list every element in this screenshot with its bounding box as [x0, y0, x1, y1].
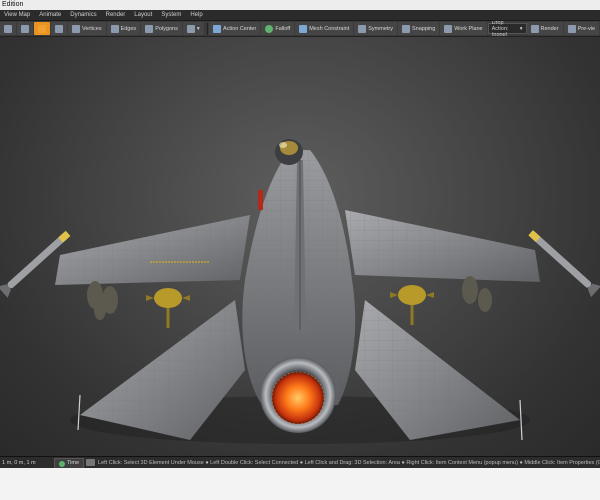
clock-icon: [59, 460, 65, 467]
time-label: Time: [67, 460, 80, 466]
3d-viewport[interactable]: [0, 37, 600, 456]
coordinate-readout: 1 m, 0 m, 1 m: [2, 460, 36, 466]
polygon-icon: [145, 24, 154, 33]
chevron-down-icon: ▾: [196, 25, 200, 32]
left-bomb: [146, 288, 190, 328]
menu-animate[interactable]: Animate: [35, 10, 66, 20]
symmetry-label: Symmetry: [368, 25, 394, 32]
menu-render[interactable]: Render: [102, 10, 131, 20]
work-plane-button[interactable]: Work Plane: [440, 22, 487, 35]
mode-toggle-button[interactable]: [51, 22, 67, 35]
cube-icon: [38, 24, 46, 33]
gear-icon: [213, 24, 221, 33]
vertices-label: Vertices: [82, 25, 102, 32]
edges-button[interactable]: Edges: [106, 22, 141, 35]
mesh-icon: [299, 24, 308, 33]
symmetry-button[interactable]: Symmetry: [354, 22, 398, 35]
falloff-icon: [265, 24, 274, 33]
vertices-button[interactable]: Vertices: [68, 22, 106, 35]
menu-system[interactable]: System: [157, 10, 186, 20]
shield-icon: [55, 24, 63, 33]
preview-label: Pre-vie: [577, 25, 595, 32]
plane-icon: [444, 24, 453, 33]
edge-icon: [110, 24, 119, 33]
lasso-tool-button[interactable]: [17, 22, 33, 35]
drop-action-select[interactable]: Drop Action: (none) ▾: [487, 21, 527, 37]
arrow-icon: [4, 24, 12, 33]
action-center-button[interactable]: Action Center: [209, 22, 261, 35]
menu-dynamics[interactable]: Dynamics: [66, 10, 101, 20]
render-label: Render: [540, 25, 559, 32]
mouse-hints: Left Click: Select 3D Element Under Mous…: [98, 460, 600, 466]
left-underwing-stores: [87, 281, 118, 320]
polygons-button[interactable]: Polygons: [141, 22, 182, 35]
render-icon: [530, 24, 539, 33]
window-title: Edition: [0, 0, 600, 10]
red-marking: [258, 190, 263, 210]
falloff-button[interactable]: Falloff: [261, 22, 295, 35]
polygons-label: Polygons: [155, 25, 178, 32]
shield-icon: [186, 24, 195, 33]
main-toolbar: Vertices Edges Polygons ▾ Action Center …: [0, 21, 600, 37]
status-bar: 1 m, 0 m, 1 m Time Left Click: Select 3D…: [0, 456, 600, 468]
mesh-constraint-label: Mesh Constraint: [309, 25, 350, 32]
preview-icon: [567, 24, 576, 33]
keyboard-icon: [86, 459, 96, 466]
item-mode-button[interactable]: [34, 22, 50, 35]
work-plane-label: Work Plane: [454, 25, 483, 32]
menu-layout[interactable]: Layout: [130, 10, 157, 20]
material-mode-button[interactable]: ▾: [182, 22, 204, 35]
chevron-down-icon: ▾: [519, 25, 523, 32]
snapping-label: Snapping: [412, 25, 436, 32]
snapping-button[interactable]: Snapping: [398, 22, 440, 35]
menu-bar: View Map Animate Dynamics Render Layout …: [0, 10, 600, 21]
magnet-icon: [402, 24, 411, 33]
symmetry-icon: [358, 24, 367, 33]
action-center-label: Action Center: [223, 25, 257, 32]
time-button[interactable]: Time: [54, 458, 85, 468]
right-bomb: [390, 285, 434, 325]
mesh-constraint-button[interactable]: Mesh Constraint: [295, 22, 354, 35]
right-underwing-stores: [462, 276, 492, 312]
preview-button[interactable]: Pre-vie: [563, 22, 599, 35]
falloff-label: Falloff: [275, 25, 291, 32]
bottom-blank-area: [0, 468, 600, 500]
jet-model-render: [0, 139, 600, 444]
drop-action-value: Drop Action: (none): [491, 21, 509, 37]
menu-help[interactable]: Help: [186, 10, 207, 20]
menu-view-map[interactable]: View Map: [0, 10, 35, 20]
lasso-icon: [21, 24, 29, 33]
select-tool-button[interactable]: [0, 22, 16, 35]
vertex-icon: [72, 24, 80, 33]
edges-label: Edges: [120, 25, 137, 32]
render-button[interactable]: Render: [526, 22, 563, 35]
